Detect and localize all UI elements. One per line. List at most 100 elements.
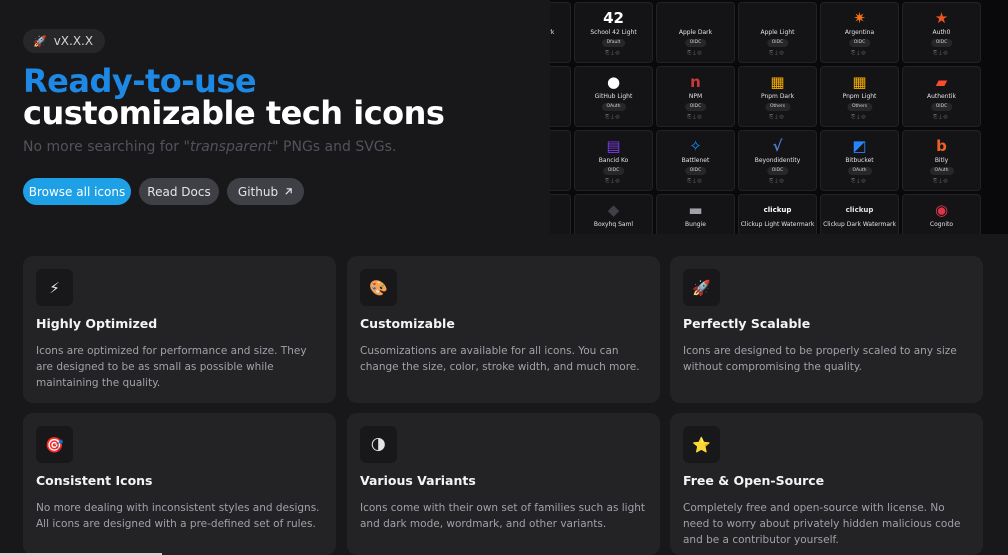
tile-actions-icon[interactable]: ⎘⤓◎: [657, 114, 734, 120]
feature-title: Various Variants: [360, 473, 476, 488]
tile-icon: 42: [550, 9, 570, 27]
icon-tile[interactable]: ✷ Argentina OIDC ⎘⤓◎: [820, 2, 899, 63]
icon-tile[interactable]: clickup Clickup Light Watermark: [738, 194, 817, 234]
tile-tag: OIDC: [930, 39, 953, 47]
feature-description: Icons are optimized for performance and …: [36, 345, 307, 389]
tile-actions-icon[interactable]: ⎘⤓◎: [575, 178, 652, 184]
lightning-icon: ⚡: [36, 269, 73, 306]
icon-tile[interactable]: n NPM OIDC ⎘⤓◎: [656, 66, 735, 127]
feature-title: Customizable: [360, 316, 455, 331]
tile-name: Authentik: [926, 93, 957, 100]
tile-actions-icon[interactable]: ⎘⤓◎: [657, 178, 734, 184]
icon-tile[interactable]: ★ Auth0 OIDC ⎘⤓◎: [902, 2, 981, 63]
tile-icon: ✧: [689, 137, 702, 155]
icon-tile[interactable]: b Bitly OAuth ⎘⤓◎: [902, 130, 981, 191]
tile-icon: [739, 9, 816, 27]
tile-icon: ◆: [607, 201, 620, 219]
tile-name: Battlenet: [681, 157, 710, 164]
icon-tile[interactable]: ▦ Pnpm Dark Others ⎘⤓◎: [738, 66, 817, 127]
tile-icon: 42: [603, 9, 624, 27]
feature-card: 🌗 Various Variants Icons come with their o…: [347, 413, 660, 555]
tile-name: GitHub Dark: [550, 93, 570, 100]
tile-tag: OIDC: [930, 103, 953, 111]
icon-tile[interactable]: ▦ Pnpm Light Others ⎘⤓◎: [820, 66, 899, 127]
icon-tile[interactable]: ▰ Authentik OIDC ⎘⤓◎: [902, 66, 981, 127]
tile-icon: b: [936, 137, 947, 155]
tile-actions-icon[interactable]: ⎘⤓◎: [903, 50, 980, 56]
hero-subtitle: No more searching for "transparent" PNGs…: [23, 139, 397, 155]
icon-tile[interactable]: ▤ Bancid Ko OIDC ⎘⤓◎: [574, 130, 653, 191]
tile-tag: OAuth: [929, 167, 954, 175]
half-moon-icon: 🌗: [360, 426, 397, 463]
read-docs-button[interactable]: Read Docs: [139, 178, 219, 205]
tile-tag: OIDC: [766, 167, 789, 175]
tile-tag: OIDC: [602, 167, 625, 175]
subtitle-emphasis: transparent: [189, 139, 273, 155]
tile-tag: OIDC: [766, 39, 789, 47]
icon-tile[interactable]: box Box: [550, 194, 571, 234]
icon-tile[interactable]: ◩ Bitbucket OAuth ⎘⤓◎: [820, 130, 899, 191]
tile-tag: OIDC: [684, 167, 707, 175]
tile-actions-icon[interactable]: ⎘⤓◎: [821, 114, 898, 120]
icon-tile[interactable]: 42School 42 DarkDfault⎘⤓◎: [550, 2, 571, 63]
target-icon: 🎯: [36, 426, 73, 463]
tile-actions-icon[interactable]: ⎘⤓◎: [739, 50, 816, 56]
feature-description: Cusomizations are available for all icon…: [360, 345, 640, 373]
tile-actions-icon[interactable]: ⎘⤓◎: [657, 50, 734, 56]
tile-icon: clickup: [845, 206, 874, 214]
tile-actions-icon[interactable]: ⎘⤓◎: [575, 50, 652, 56]
icon-tile[interactable]: ●GitHub DarkOAuth⎘⤓◎: [550, 66, 571, 127]
tile-name: Pnpm Light: [842, 93, 877, 100]
rocket-icon: 🚀: [33, 34, 47, 48]
feature-title: Free & Open-Source: [683, 473, 825, 488]
hero-title-main: customizable tech icons: [23, 94, 445, 132]
tile-actions-icon[interactable]: ⎘⤓◎: [550, 50, 570, 56]
tile-icon: ✷: [853, 9, 866, 27]
tile-name: Azure: [550, 157, 570, 164]
tile-tag: Dfault: [601, 39, 626, 47]
tile-actions-icon[interactable]: ⎘⤓◎: [550, 114, 570, 120]
tile-icon: ▰: [935, 73, 948, 91]
tile-name: Clickup Light Watermark: [740, 221, 815, 228]
tile-actions-icon[interactable]: ⎘⤓◎: [821, 178, 898, 184]
rocket-icon: 🚀: [683, 269, 720, 306]
tile-icon: ◩: [852, 137, 867, 155]
tile-actions-icon[interactable]: ⎘⤓◎: [903, 178, 980, 184]
tile-name: Argentina: [844, 29, 875, 36]
icon-tile[interactable]: ● GitHub Light OAuth ⎘⤓◎: [574, 66, 653, 127]
tile-tag: OAuth: [847, 167, 872, 175]
icon-grid-preview: 42 School 42 Dark Dfault ⎘⤓◎ 42 School 42 Lig…: [550, 0, 1008, 234]
tile-name: Auth0: [932, 29, 951, 36]
tile-name: Bitly: [934, 157, 949, 164]
icon-tile[interactable]: ◆ Boxyhq Saml: [574, 194, 653, 234]
tile-actions-icon[interactable]: ⎘⤓◎: [739, 178, 816, 184]
icon-tile[interactable]: Apple Dark OIDC ⎘⤓◎: [656, 2, 735, 63]
icon-tile[interactable]: ✧ Battlenet OIDC ⎘⤓◎: [656, 130, 735, 191]
tile-actions-icon[interactable]: ⎘⤓◎: [575, 114, 652, 120]
feature-description: No more dealing with inconsistent styles…: [36, 502, 320, 530]
tile-tag: OAuth: [601, 103, 626, 111]
icon-tile[interactable]: √ Beyondidentity OIDC ⎘⤓◎: [738, 130, 817, 191]
tile-actions-icon[interactable]: ⎘⤓◎: [739, 114, 816, 120]
icon-tile[interactable]: 42 School 42 Light Dfault ⎘⤓◎: [574, 2, 653, 63]
tile-actions-icon[interactable]: ⎘⤓◎: [903, 114, 980, 120]
browse-icons-button[interactable]: Browse all icons: [23, 178, 131, 205]
feature-title: Consistent Icons: [36, 473, 153, 488]
tile-actions-icon[interactable]: ⎘⤓◎: [821, 50, 898, 56]
github-button[interactable]: Github: [227, 178, 304, 205]
tile-icon: ▬: [688, 201, 703, 219]
tile-tag: OIDC: [848, 39, 871, 47]
tile-name: Bungie: [685, 221, 706, 228]
tile-icon: ●: [550, 73, 570, 91]
tile-name: NPM: [688, 93, 703, 100]
icon-tile[interactable]: clickup Clickup Dark Watermark: [820, 194, 899, 234]
tile-icon: ◉: [934, 201, 949, 219]
icon-tile[interactable]: ◉ Cognito: [902, 194, 981, 234]
icon-tile[interactable]: ▬ Bungie: [656, 194, 735, 234]
icon-tile[interactable]: Apple Light OIDC ⎘⤓◎: [738, 2, 817, 63]
icon-tile[interactable]: ◣AzureOIDC⎘⤓◎: [550, 130, 571, 191]
icon-grid: 42 School 42 Dark Dfault ⎘⤓◎ 42 School 42 Lig…: [550, 2, 981, 234]
tile-icon: ★: [934, 9, 949, 27]
tile-name: Clickup Dark Watermark: [823, 221, 896, 228]
tile-actions-icon[interactable]: ⎘⤓◎: [550, 178, 570, 184]
